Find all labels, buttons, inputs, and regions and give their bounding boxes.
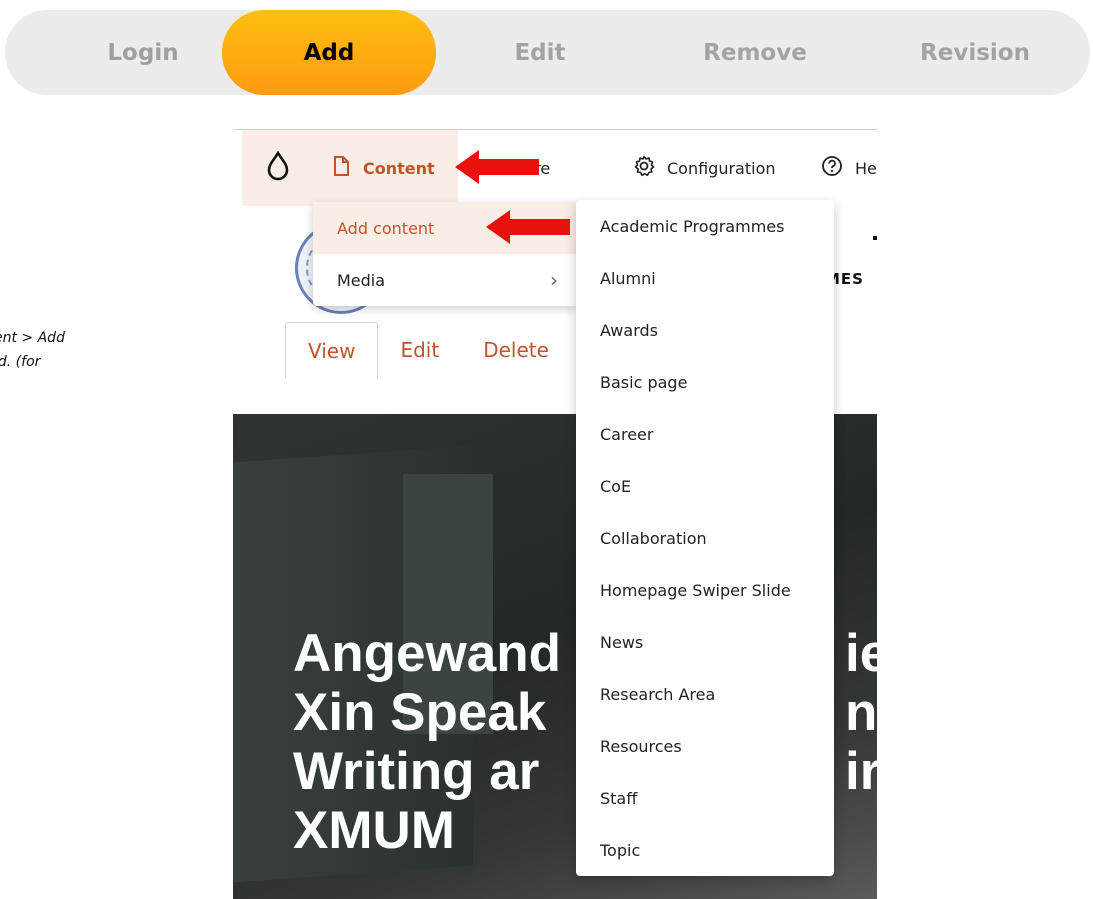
help-icon	[821, 155, 843, 181]
hero-title-fragment: n	[845, 683, 877, 742]
menu-item-label: Collaboration	[600, 528, 707, 548]
menu-item-content-type[interactable]: Homepage Swiper Slide	[576, 564, 834, 616]
menu-item-label: Alumni	[600, 268, 656, 288]
tab-revision[interactable]: Revision	[880, 10, 1070, 95]
content-type-submenu: Academic Programmes Alumni Awards Basic …	[576, 200, 834, 876]
hero-title-fragment: ie	[845, 624, 877, 683]
local-tasks: View Edit Delete	[285, 322, 571, 378]
menu-item-content-type[interactable]: News	[576, 616, 834, 668]
menu-item-content-type[interactable]: Topic	[576, 824, 834, 876]
tab-remove[interactable]: Remove	[650, 10, 860, 95]
menu-item-label: Research Area	[600, 684, 716, 704]
menu-item-label: Basic page	[600, 372, 688, 392]
menu-item-label: Career	[600, 424, 654, 444]
menu-item-label: Topic	[600, 840, 641, 860]
menu-item-label: Staff	[600, 788, 638, 808]
menu-item-content-type[interactable]: Resources	[576, 720, 834, 772]
red-arrow-left-icon	[455, 150, 539, 184]
menu-item-content-type[interactable]: CoE	[576, 460, 834, 512]
instruction-note: ent > Add ld. (for	[0, 326, 134, 374]
menu-item-content-type[interactable]: Basic page	[576, 356, 834, 408]
toolbar-help[interactable]: He	[821, 130, 877, 206]
menu-item-label: Awards	[600, 320, 658, 340]
drupal-drop-icon	[266, 150, 290, 185]
menu-item-label: CoE	[600, 476, 632, 496]
task-delete[interactable]: Delete	[461, 322, 571, 378]
menu-item-media[interactable]: Media ›	[313, 254, 578, 306]
toolbar-content[interactable]: Content	[333, 130, 435, 206]
tab-add[interactable]: Add	[222, 10, 436, 95]
menu-item-label: Media	[337, 270, 386, 290]
chevron-right-icon: ›	[550, 268, 558, 292]
menu-item-label: Add content	[337, 218, 435, 238]
menu-item-content-type[interactable]: Research Area	[576, 668, 834, 720]
menu-item-content-type[interactable]: Alumni	[576, 252, 834, 304]
menu-item-content-type[interactable]: Career	[576, 408, 834, 460]
gear-icon	[633, 155, 655, 181]
drupal-home[interactable]	[242, 130, 314, 206]
red-arrow-left-icon	[486, 210, 570, 244]
menu-item-label: Resources	[600, 736, 682, 756]
toolbar-configuration[interactable]: Configuration	[633, 130, 776, 206]
header-nav-dot	[873, 236, 877, 240]
toolbar-configuration-label: Configuration	[667, 158, 776, 178]
menu-item-label: Academic Programmes	[600, 216, 785, 236]
task-edit[interactable]: Edit	[378, 322, 461, 378]
instruction-note-line: ld. (for	[0, 354, 41, 370]
admin-screenshot: Angewand Xin Speak Writing ar XMUM ie n …	[233, 129, 877, 899]
menu-item-label: Homepage Swiper Slide	[600, 580, 791, 600]
instruction-note-line: ent > Add	[0, 330, 65, 346]
hero-title-fragment: ir	[845, 742, 877, 801]
menu-item-content-type[interactable]: Collaboration	[576, 512, 834, 564]
menu-item-content-type[interactable]: Academic Programmes	[576, 200, 834, 252]
menu-item-label: News	[600, 632, 644, 652]
toolbar-help-label: He	[855, 158, 877, 178]
tab-login[interactable]: Login	[58, 10, 228, 95]
task-view[interactable]: View	[285, 322, 379, 378]
menu-item-content-type[interactable]: Awards	[576, 304, 834, 356]
document-icon	[333, 156, 349, 180]
toolbar-content-label: Content	[363, 158, 435, 178]
tab-edit[interactable]: Edit	[445, 10, 635, 95]
menu-item-content-type[interactable]: Staff	[576, 772, 834, 824]
